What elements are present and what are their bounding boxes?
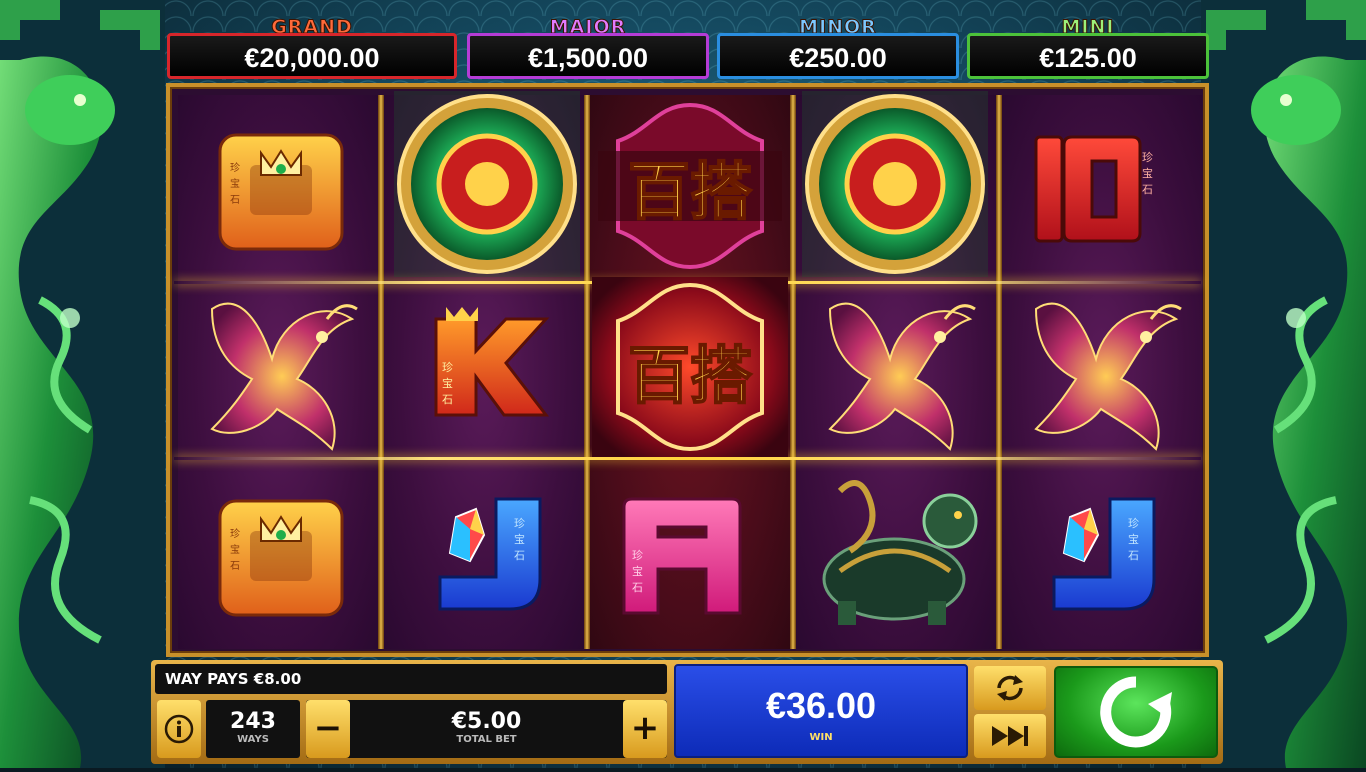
ways-display: 243 WAYS bbox=[206, 700, 300, 758]
svg-text:石: 石 bbox=[442, 393, 453, 406]
svg-text:珍: 珍 bbox=[1142, 151, 1153, 164]
svg-text:珍: 珍 bbox=[632, 549, 643, 562]
svg-text:石: 石 bbox=[1142, 183, 1153, 196]
svg-text:珍: 珍 bbox=[230, 528, 240, 540]
phoenix-symbol bbox=[1006, 279, 1196, 459]
increase-bet-button[interactable]: + bbox=[623, 700, 667, 758]
left-dragon-decoration bbox=[0, 0, 165, 768]
svg-text:石: 石 bbox=[230, 195, 240, 206]
svg-text:宝: 宝 bbox=[1128, 532, 1139, 546]
jade-coin-symbol bbox=[802, 91, 988, 277]
jackpot-grand-value: €20,000.00 bbox=[244, 43, 380, 73]
spin-icon bbox=[1100, 676, 1172, 748]
jackpot-minor-value: €250.00 bbox=[789, 43, 887, 73]
total-bet-display: €5.00 TOTAL BET bbox=[306, 700, 667, 758]
autoplay-button[interactable] bbox=[974, 666, 1046, 710]
jackpot-major-value: €1,500.00 bbox=[527, 43, 649, 73]
win-message: WAY PAYS €8.00 bbox=[155, 664, 667, 694]
svg-text:珍: 珍 bbox=[230, 162, 240, 174]
total-bet-label: TOTAL BET bbox=[456, 734, 517, 745]
phoenix-symbol bbox=[182, 279, 372, 459]
symbol-k: 珍宝石 bbox=[416, 307, 556, 427]
right-dragon-decoration bbox=[1201, 0, 1366, 768]
svg-text:宝: 宝 bbox=[230, 177, 240, 190]
symbol-j: 珍宝石 bbox=[426, 497, 550, 611]
svg-text:石: 石 bbox=[230, 561, 240, 572]
symbol-a: 珍宝石 bbox=[620, 497, 744, 615]
phoenix-symbol bbox=[800, 279, 990, 459]
jackpot-major: MAJOR €1,500.00 bbox=[467, 16, 709, 80]
symbol-j: 珍宝石 bbox=[1040, 497, 1164, 611]
svg-text:宝: 宝 bbox=[1142, 166, 1153, 180]
info-button[interactable] bbox=[157, 700, 201, 758]
svg-text:珍: 珍 bbox=[442, 361, 453, 374]
jade-coin-symbol bbox=[394, 91, 580, 277]
wild-symbol-text: 百搭 bbox=[627, 154, 753, 229]
svg-text:石: 石 bbox=[632, 581, 643, 594]
win-value: €36.00 bbox=[765, 685, 877, 726]
symbol-q: 珍宝石 bbox=[216, 497, 346, 619]
dragon-turtle-symbol bbox=[810, 471, 986, 631]
win-display: €36.00 WIN bbox=[674, 664, 968, 758]
svg-text:宝: 宝 bbox=[514, 532, 525, 546]
svg-text:珍: 珍 bbox=[514, 517, 525, 530]
svg-text:宝: 宝 bbox=[230, 543, 240, 556]
fast-forward-icon bbox=[992, 726, 1028, 746]
svg-text:宝: 宝 bbox=[632, 564, 643, 578]
ways-value: 243 bbox=[230, 709, 276, 734]
jackpot-grand: GRAND €20,000.00 bbox=[167, 16, 457, 80]
jackpot-minor: MINOR €250.00 bbox=[717, 16, 959, 80]
jackpot-mini-value: €125.00 bbox=[1039, 43, 1137, 73]
wild-symbol-text: 百搭 bbox=[627, 338, 753, 413]
jackpot-bar: GRAND €20,000.00 MAJOR €1,500.00 MINOR €… bbox=[167, 16, 1209, 80]
autoplay-icon bbox=[997, 675, 1023, 701]
spin-button[interactable] bbox=[1054, 666, 1218, 758]
reel-area: 珍宝石 珍宝石 珍 宝 石 珍 宝 石 百搭 百搭 珍 宝 石 珍 宝 石 珍 … bbox=[166, 83, 1209, 657]
svg-text:石: 石 bbox=[514, 549, 525, 562]
svg-text:石: 石 bbox=[1128, 549, 1139, 562]
decrease-bet-button[interactable]: − bbox=[306, 700, 350, 758]
svg-text:珍: 珍 bbox=[1128, 517, 1139, 530]
fast-forward-button[interactable] bbox=[974, 714, 1046, 758]
ways-label: WAYS bbox=[237, 734, 269, 745]
win-label: WIN bbox=[809, 732, 833, 743]
total-bet-value: €5.00 bbox=[451, 709, 522, 734]
jackpot-mini: MINI €125.00 bbox=[967, 16, 1209, 80]
info-icon bbox=[164, 714, 194, 744]
svg-text:宝: 宝 bbox=[442, 376, 453, 390]
symbol-10: 珍宝石 bbox=[1032, 131, 1160, 243]
symbol-q: 珍宝石 bbox=[216, 131, 346, 253]
